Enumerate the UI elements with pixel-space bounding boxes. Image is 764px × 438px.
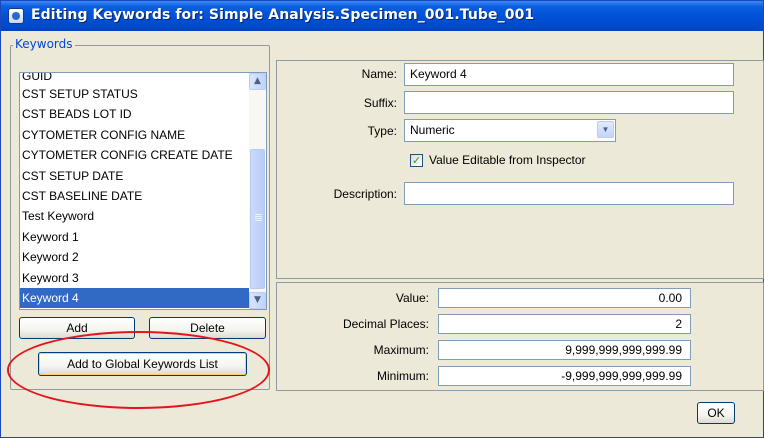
value-field[interactable]: 0.00 bbox=[438, 288, 691, 308]
name-label: Name: bbox=[361, 67, 397, 81]
list-item[interactable]: CST SETUP DATE bbox=[20, 166, 250, 186]
value-label: Value: bbox=[395, 291, 429, 305]
type-label: Type: bbox=[367, 124, 397, 138]
type-select[interactable]: Numeric ▼ bbox=[404, 119, 616, 142]
scroll-up-icon[interactable]: ▲ bbox=[249, 73, 266, 90]
list-item[interactable]: Keyword 3 bbox=[20, 268, 250, 288]
maximum-label: Maximum: bbox=[373, 343, 429, 357]
list-item-selected[interactable]: Keyword 4 bbox=[20, 287, 250, 309]
list-item[interactable]: CYTOMETER CONFIG NAME bbox=[20, 125, 250, 145]
type-select-value: Numeric bbox=[410, 123, 455, 137]
suffix-label: Suffix: bbox=[363, 96, 397, 110]
keywords-legend: Keywords bbox=[13, 37, 75, 51]
window-title: Editing Keywords for: Simple Analysis.Sp… bbox=[31, 7, 535, 23]
list-item[interactable]: Keyword 1 bbox=[20, 227, 250, 247]
list-item[interactable]: CYTOMETER CONFIG CREATE DATE bbox=[20, 145, 250, 165]
chevron-down-icon[interactable]: ▼ bbox=[597, 121, 614, 138]
minimum-label: Minimum: bbox=[376, 369, 429, 383]
list-item[interactable]: CST BASELINE DATE bbox=[20, 186, 250, 206]
list-item[interactable]: GUID bbox=[20, 73, 250, 84]
list-item[interactable]: Keyword 2 bbox=[20, 247, 250, 267]
decimal-places-label: Decimal Places: bbox=[342, 317, 429, 331]
decimal-places-field[interactable]: 2 bbox=[438, 314, 691, 334]
app-icon bbox=[8, 8, 24, 24]
grip-icon bbox=[255, 214, 262, 215]
suffix-field[interactable] bbox=[404, 91, 734, 114]
scroll-thumb[interactable] bbox=[250, 149, 265, 289]
name-field[interactable]: Keyword 4 bbox=[404, 63, 734, 86]
minimum-field[interactable]: -9,999,999,999,999.99 bbox=[438, 366, 691, 386]
scroll-down-icon[interactable]: ▼ bbox=[249, 292, 266, 309]
description-field[interactable] bbox=[404, 182, 734, 205]
maximum-field[interactable]: 9,999,999,999,999.99 bbox=[438, 340, 691, 360]
annotation-highlight-ellipse bbox=[7, 331, 270, 409]
ok-button[interactable]: OK bbox=[697, 402, 735, 424]
title-bar[interactable]: Editing Keywords for: Simple Analysis.Sp… bbox=[1, 1, 763, 31]
value-editable-checkbox[interactable]: ✓ bbox=[410, 154, 423, 167]
list-item[interactable]: CST SETUP STATUS bbox=[20, 84, 250, 104]
list-item[interactable]: Test Keyword bbox=[20, 206, 250, 226]
description-label: Description: bbox=[333, 187, 397, 201]
list-scrollbar[interactable]: ▲ ▼ bbox=[249, 73, 266, 309]
dialog-window: Editing Keywords for: Simple Analysis.Sp… bbox=[0, 0, 764, 438]
value-editable-label[interactable]: Value Editable from Inspector bbox=[429, 153, 586, 167]
list-item[interactable]: CST BEADS LOT ID bbox=[20, 104, 250, 124]
keywords-list[interactable]: GUID CST SETUP STATUS CST BEADS LOT ID C… bbox=[19, 72, 267, 310]
